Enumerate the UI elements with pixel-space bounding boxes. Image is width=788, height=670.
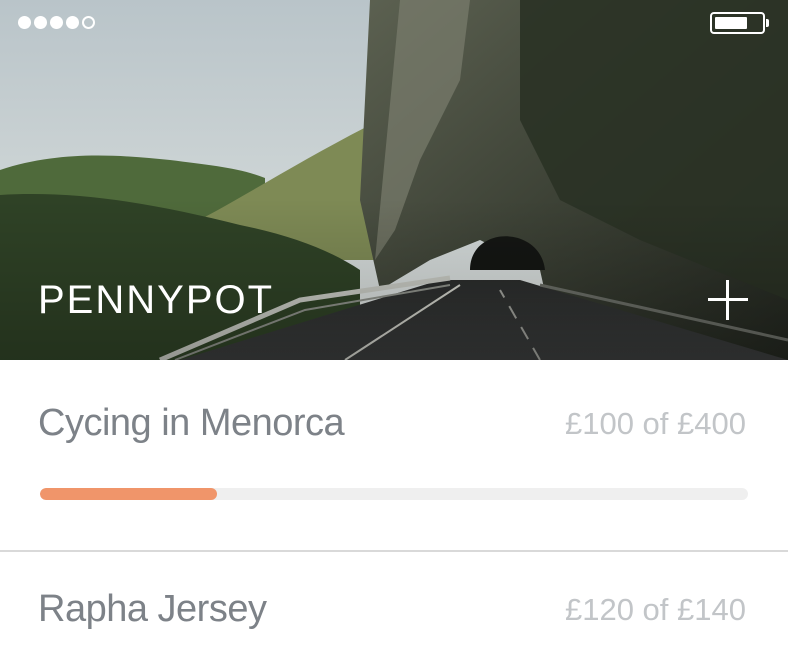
add-goal-button[interactable] (706, 278, 750, 322)
signal-dot (66, 16, 79, 29)
app-title: PENNYPOT (38, 278, 275, 322)
goal-card[interactable]: Rapha Jersey £120 of £140 (0, 552, 788, 670)
goal-card[interactable]: Cycing in Menorca £100 of £400 (0, 360, 788, 550)
header-photo: PENNYPOT (0, 0, 788, 360)
goal-name: Rapha Jersey (38, 588, 267, 630)
goal-progress-amount: £100 of £400 (564, 406, 746, 441)
signal-dot (50, 16, 63, 29)
battery-icon (710, 12, 769, 34)
progress-bar (40, 488, 748, 500)
goal-name: Cycing in Menorca (38, 402, 345, 444)
app-screen: PENNYPOT Cycing in Menorca £100 of £400 … (0, 0, 788, 670)
signal-dot (34, 16, 47, 29)
signal-strength-icon (18, 16, 95, 29)
signal-dot (18, 16, 31, 29)
signal-dot (82, 16, 95, 29)
goal-progress-amount: £120 of £140 (564, 592, 746, 627)
battery-nub (766, 19, 769, 27)
progress-bar-fill (40, 488, 217, 500)
battery-level (715, 17, 747, 29)
